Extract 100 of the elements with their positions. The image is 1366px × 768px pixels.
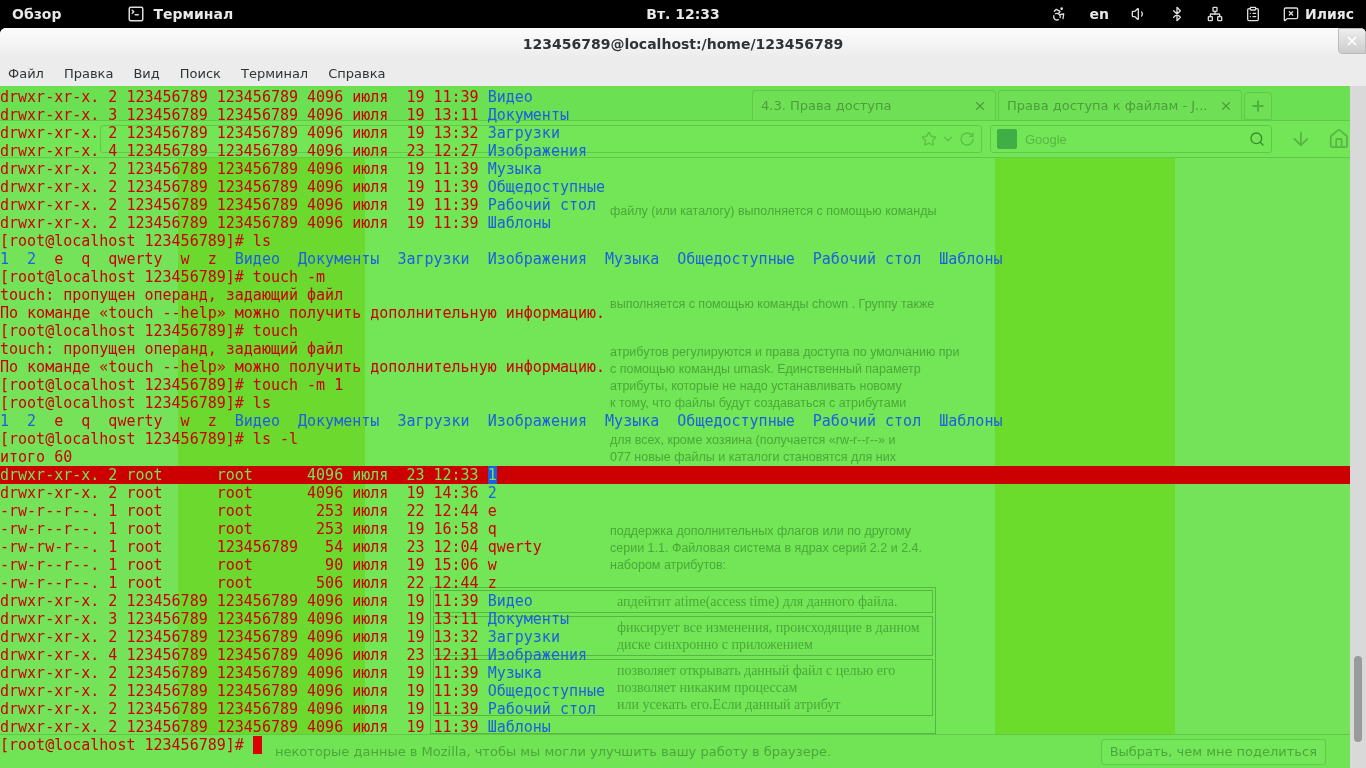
directory-name: Загрузки [487, 124, 560, 142]
directory-name: Музыка [487, 664, 542, 682]
directory-name: Музыка [487, 160, 542, 178]
directory-name: Общедоступные [487, 178, 606, 196]
directory-name: Рабочий стол [487, 700, 597, 718]
search-engine-icon[interactable] [996, 129, 1017, 149]
terminal-text: drwxr-xr-x. 2 123456789 123456789 4096 июля 19 11:39 [0, 160, 480, 178]
article-text: 077 новые файлы и каталоги становятся для них [610, 449, 897, 466]
reload-icon[interactable] [958, 131, 975, 147]
terminal-text: drwxr-xr-x. 2 123456789 123456789 4096 июля 19 11:39 [0, 214, 480, 232]
menu-item[interactable]: Терминал [240, 65, 309, 81]
terminal-text: drwxr-xr-x. 2 123456789 123456789 4096 июля 19 11:39 [0, 88, 480, 106]
directory-name: Шаблоны [487, 214, 551, 232]
user-menu[interactable]: Илияс [1304, 6, 1354, 22]
chat-icon[interactable] [1282, 6, 1299, 22]
keyboard-layout[interactable]: en [1089, 6, 1109, 22]
menu-item[interactable]: Справка [328, 65, 386, 81]
article-text: выполняется с помощью команды chown . Группу также [610, 296, 936, 313]
terminal-text: -rw-r--r--. 1 root root 506 июля 22 12:44 z [0, 574, 497, 592]
directory-name: Загрузки [397, 412, 471, 430]
terminal-text: drwxr-xr-x. 2 123456789 123456789 4096 июля 19 11:39 [0, 664, 480, 682]
directory-name: Шаблоны [487, 718, 551, 736]
clock[interactable]: Вт. 12:33 [646, 6, 720, 22]
network-icon[interactable] [1206, 6, 1223, 22]
terminal-text: [root@localhost 123456789]# touch -m 1 [0, 376, 344, 394]
terminal-text: e q qwerty w z [54, 412, 218, 430]
terminal-text: [root@localhost 123456789]# ls [0, 394, 271, 412]
directory-name: Видео [234, 412, 281, 430]
terminal-text: touch: пропущен операнд, задающий файл [0, 286, 344, 304]
window-title: 123456789@localhost:/home/123456789 [522, 36, 844, 52]
directory-name: Документы [487, 106, 569, 124]
star-icon[interactable] [920, 131, 937, 147]
directory-name: 1 [487, 466, 497, 484]
terminal-text: По команде «touch --help» можно получить дополнительную информацию. [0, 358, 606, 376]
article-text: серии 1.1. Файловая система в ядрах серий 2.2 и 2.4. [610, 540, 924, 557]
directory-name: 2 [27, 250, 38, 268]
directory-name: Общедоступные [677, 250, 796, 268]
activities-button[interactable]: Обзор [12, 6, 62, 22]
terminal-text: -rw-r--r--. 1 root root 253 июля 19 16:58 q [0, 520, 497, 538]
terminal-text: [root@localhost 123456789]# touch [0, 322, 298, 340]
terminal-text: [root@localhost 123456789]# ls [0, 232, 271, 250]
directory-name: Изображения [487, 646, 587, 664]
directory-name: Шаблоны [939, 412, 1003, 430]
menu-item[interactable]: Правка [63, 65, 114, 81]
directory-name: Шаблоны [939, 250, 1003, 268]
article-text: к тому, что файлы будут создаваться с атрибутами [610, 395, 908, 412]
terminal-text: -rw-r--r--. 1 root root 253 июля 22 12:44 e [0, 502, 497, 520]
clipboard-icon[interactable] [1244, 6, 1261, 22]
article-text: атрибутов регулируются и права доступа по умолчанию при [610, 344, 961, 361]
terminal-text: -rw-rw-r--. 1 root 123456789 54 июля 23 12:04 qwerty [0, 538, 542, 556]
notification-text: некоторые данные в Mozilla, чтобы мы могли улучшить вашу работу в браузере. [275, 744, 833, 759]
terminal-text: [root@localhost 123456789]# ls -l [0, 430, 298, 448]
terminal-text: drwxr-xr-x. 2 123456789 123456789 4096 июля 19 11:39 [0, 178, 480, 196]
directory-name: 1 [0, 412, 11, 430]
terminal-text: drwxr-xr-x. 3 123456789 123456789 4096 июля 19 13:11 [0, 106, 480, 124]
app-menu[interactable]: Терминал [153, 6, 234, 22]
directory-name: Музыка [605, 250, 661, 268]
terminal-icon [127, 5, 146, 23]
terminal-text: drwxr-xr-x. 4 123456789 123456789 4096 июля 23 12:31 [0, 646, 480, 664]
directory-name: 2 [27, 412, 38, 430]
terminal-text: drwxr-xr-x. 2 123456789 123456789 4096 июля 19 11:39 [0, 592, 480, 610]
directory-name: Рабочий стол [812, 250, 923, 268]
terminal-text: drwxr-xr-x. 2 123456789 123456789 4096 июля 19 11:39 [0, 718, 480, 736]
terminal-text: drwxr-xr-x. 2 root root 4096 июля 23 12:33 [0, 466, 480, 484]
home-icon[interactable] [1328, 128, 1350, 150]
terminal-text: -rw-r--r--. 1 root root 90 июля 19 15:06 w [0, 556, 497, 574]
directory-name: Общедоступные [677, 412, 796, 430]
directory-name: Загрузки [397, 250, 471, 268]
directory-name: Изображения [487, 250, 589, 268]
terminal-text: drwxr-xr-x. 2 123456789 123456789 4096 июля 19 11:39 [0, 682, 480, 700]
terminal-text: [root@localhost 123456789]# touch -m [0, 268, 326, 286]
article-text: с помощью команды umask. Единственный параметр [610, 361, 922, 378]
menu-item[interactable]: Поиск [179, 65, 221, 81]
directory-name: Изображения [487, 142, 587, 160]
terminal-text: По команде «touch --help» можно получить дополнительную информацию. [0, 304, 606, 322]
directory-name: 1 [0, 250, 11, 268]
terminal-text: drwxr-xr-x. 2 123456789 123456789 4096 июля 19 13:32 [0, 124, 480, 142]
scrollbar-thumb[interactable] [1354, 656, 1362, 742]
terminal-text: touch: пропущен операнд, задающий файл [0, 340, 344, 358]
directory-name: Документы [298, 412, 381, 430]
plus-icon[interactable] [1250, 98, 1266, 114]
new-tab-button[interactable] [1244, 92, 1272, 120]
article-text: атрибуты, которые не надо устанавливать новому [610, 378, 903, 395]
close-icon[interactable] [1345, 34, 1359, 48]
terminal-text: drwxr-xr-x. 4 123456789 123456789 4096 июля 23 12:27 [0, 142, 480, 160]
scrollbar[interactable] [1350, 86, 1366, 768]
terminal-text: drwxr-xr-x. 2 123456789 123456789 4096 июля 19 11:39 [0, 196, 480, 214]
directory-name: Видео [487, 592, 533, 610]
menu-item[interactable]: Вид [133, 65, 160, 81]
directory-name: Рабочий стол [812, 412, 923, 430]
directory-name: Загрузки [487, 628, 560, 646]
menu-item[interactable]: Файл [8, 65, 44, 81]
close-button[interactable] [1338, 28, 1366, 54]
directory-name: 2 [487, 484, 497, 502]
terminal-text: drwxr-xr-x. 2 123456789 123456789 4096 июля 19 13:32 [0, 628, 480, 646]
article-text: поддержка дополнительных флагов или по другому [610, 523, 912, 540]
article-text: набором атрибутов: [610, 557, 728, 574]
terminal-text: итого 60 [0, 448, 73, 466]
search-icon[interactable] [1249, 131, 1266, 147]
directory-name: Видео [234, 250, 281, 268]
